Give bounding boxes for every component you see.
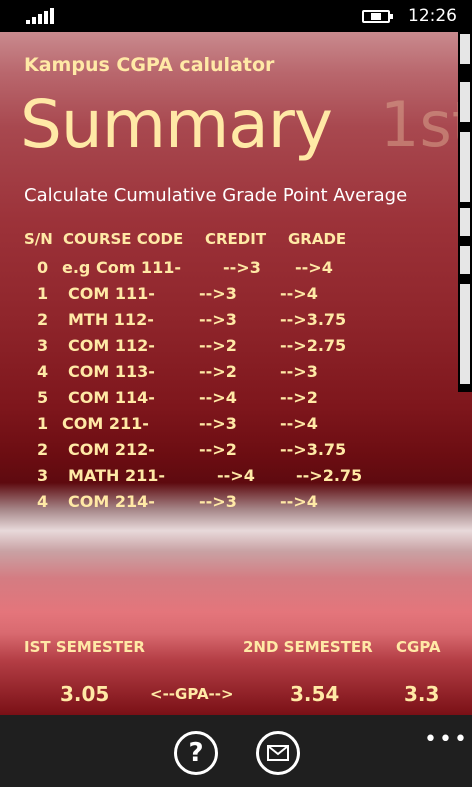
cgpa-label: CGPA [396, 638, 441, 656]
first-semester-gpa: 3.05 [60, 682, 110, 706]
status-bar: 12:26 [0, 0, 472, 32]
status-time: 12:26 [408, 6, 457, 26]
gpa-arrow-label: <--GPA--> [150, 685, 234, 703]
summary-page: Kampus CGPA calulator Summary 1st Calcul… [0, 32, 472, 715]
signal-icon [26, 8, 54, 24]
more-icon[interactable]: ••• [424, 727, 469, 752]
second-semester-label: 2ND SEMESTER [243, 638, 373, 656]
header-sn: S/N [24, 230, 53, 248]
help-button[interactable]: ? [174, 731, 218, 775]
page-title: Summary [20, 86, 333, 163]
header-grade: GRADE [288, 230, 347, 248]
side-indicator-strip [458, 32, 472, 392]
second-semester-gpa: 3.54 [290, 682, 340, 706]
header-credit: CREDIT [205, 230, 267, 248]
mail-button[interactable] [256, 731, 300, 775]
mail-icon [267, 745, 289, 761]
page-subtitle: Calculate Cumulative Grade Point Average [24, 185, 408, 206]
battery-icon [362, 10, 393, 23]
header-course-code: COURSE CODE [63, 230, 184, 248]
cgpa-value: 3.3 [404, 682, 440, 706]
app-bar: ? ••• [0, 715, 472, 787]
question-icon: ? [188, 738, 204, 768]
first-semester-label: IST SEMESTER [24, 638, 145, 656]
app-title: Kampus CGPA calulator [24, 54, 275, 76]
